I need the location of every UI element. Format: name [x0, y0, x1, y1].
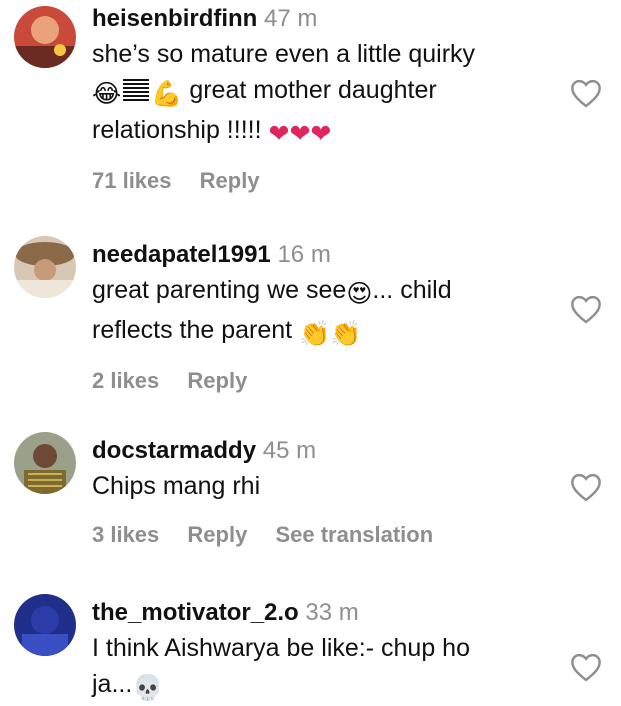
- comment-line: I think Aishwarya be like:- chup ho: [92, 634, 470, 662]
- username[interactable]: docstarmaddy: [92, 437, 256, 464]
- likes-count[interactable]: 2 likes: [92, 368, 159, 393]
- username[interactable]: needapatel1991: [92, 241, 271, 268]
- comment-text: great parenting we see😍... child reflect…: [92, 272, 561, 352]
- comment-text: I think Aishwarya be like:- chup ho ja..…: [92, 630, 561, 706]
- clap-emoji-icon: 👏: [299, 320, 331, 348]
- clap-emoji-icon: 👏: [330, 320, 362, 348]
- muscle-emoji-icon: 💪: [151, 80, 183, 108]
- comment-actions: 2 likes Reply: [92, 368, 561, 394]
- comment-line: reflects the parent 👏👏: [92, 312, 561, 352]
- comment-line: 😂 💪 great mother daughter: [92, 72, 561, 112]
- avatar[interactable]: [14, 236, 76, 298]
- heart-emoji-icon: ❤: [289, 120, 311, 148]
- reply-button[interactable]: Reply: [187, 368, 247, 393]
- heart-emoji-icon: ❤: [268, 120, 290, 148]
- heart-outline-icon[interactable]: [569, 294, 603, 324]
- likes-count[interactable]: 71 likes: [92, 168, 172, 193]
- comment-actions: 3 likes Reply See translation: [92, 522, 561, 548]
- avatar[interactable]: [14, 594, 76, 656]
- comment-header: needapatel1991 16 m: [92, 240, 561, 270]
- timestamp: 16 m: [277, 241, 331, 268]
- timestamp: 45 m: [262, 437, 317, 464]
- comment-line: she’s so mature even a little quirky: [92, 40, 476, 68]
- avatar[interactable]: [14, 6, 76, 68]
- comment-line-text: great parenting we see: [92, 276, 347, 304]
- heart-outline-icon[interactable]: [569, 472, 603, 502]
- reply-button[interactable]: Reply: [200, 168, 260, 193]
- comment-header: heisenbirdfinn 47 m: [92, 4, 561, 34]
- username[interactable]: heisenbirdfinn: [92, 5, 257, 32]
- skull-emoji-icon: 💀: [132, 674, 164, 702]
- see-translation-button[interactable]: See translation: [275, 522, 433, 547]
- avatar[interactable]: [14, 432, 76, 494]
- comment-text: Chips mang rhi: [92, 468, 561, 504]
- heart-emoji-icon: ❤: [310, 120, 332, 148]
- comment-line: great parenting we see😍... child: [92, 272, 561, 312]
- comment-line: ja...💀: [92, 666, 561, 706]
- comment-line: relationship !!!!! ❤❤❤: [92, 112, 561, 152]
- bars-emoji-icon: [123, 79, 150, 101]
- likes-count[interactable]: 3 likes: [92, 522, 159, 547]
- comment-header: the_motivator_2.o 33 m: [92, 598, 561, 628]
- comment-line-text: ... child: [372, 276, 452, 304]
- comment-text: she’s so mature even a little quirky 😂 💪 …: [92, 36, 561, 152]
- comment-line-text: great mother daughter: [189, 76, 437, 104]
- comment-line-text: relationship !!!!!: [92, 116, 262, 144]
- timestamp: 47 m: [264, 5, 318, 32]
- comment-header: docstarmaddy 45 m: [92, 436, 561, 466]
- joy-emoji-icon: 😂: [92, 80, 122, 108]
- comment-actions: 71 likes Reply: [92, 168, 561, 194]
- heart-outline-icon[interactable]: [569, 652, 603, 682]
- heart-eyes-emoji-icon: 😍: [346, 280, 373, 308]
- timestamp: 33 m: [305, 599, 359, 626]
- comment-line-text: ja...: [92, 670, 133, 698]
- comment-line: Chips mang rhi: [92, 472, 261, 500]
- comment-line-text: reflects the parent: [92, 316, 293, 344]
- heart-outline-icon[interactable]: [569, 78, 603, 108]
- reply-button[interactable]: Reply: [187, 522, 247, 547]
- username[interactable]: the_motivator_2.o: [92, 599, 299, 626]
